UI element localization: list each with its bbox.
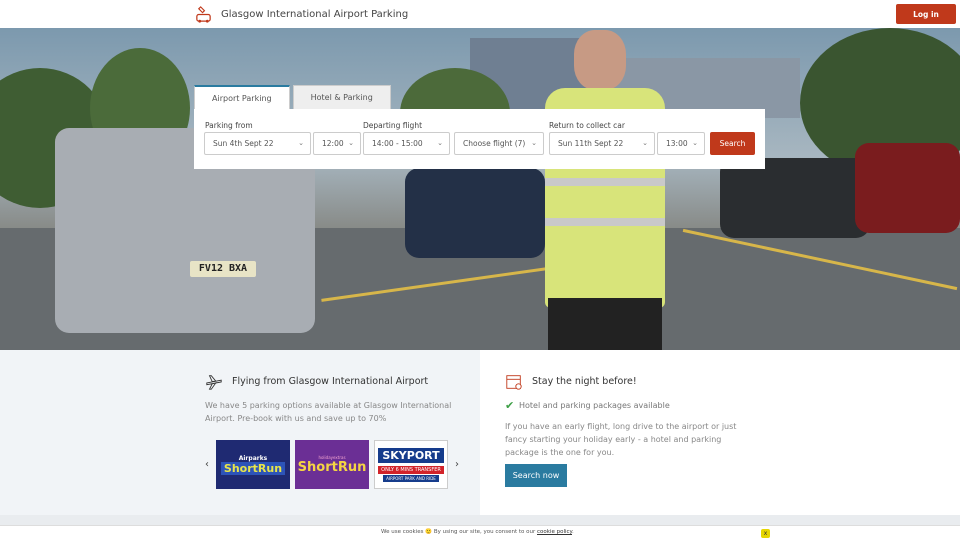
search-panel: Parking from Sun 4th Sept 22 ⌄ 12:00 ⌄ D… [194,109,765,169]
hotel-calendar-icon [506,375,522,390]
flying-heading: Flying from Glasgow International Airpor… [232,376,429,387]
login-button[interactable]: Log in [896,4,956,24]
partner-product: ShortRun [220,461,286,475]
flying-section [0,350,480,515]
cookie-close-button[interactable]: x [761,529,770,538]
partner-logo-airparks[interactable]: Airparks ShortRun [216,440,290,489]
cookie-banner: We use cookies 🙂 By using our site, you … [0,525,960,540]
search-button[interactable]: Search [710,132,755,155]
parking-from-date-value: Sun 4th Sept 22 [213,139,274,148]
return-date-value: Sun 11th Sept 22 [558,139,624,148]
return-date-select[interactable]: Sun 11th Sept 22 ⌄ [549,132,655,155]
carousel-next-button[interactable]: › [453,459,461,470]
cookie-middle: By using our site, you consent to our [433,529,536,535]
parking-from-time-select[interactable]: 12:00 ⌄ [313,132,361,155]
choose-flight-select[interactable]: Choose flight (7) ⌄ [454,132,544,155]
stay-check-text: Hotel and parking packages available [519,401,670,410]
flying-text: We have 5 parking options available at G… [205,401,452,423]
tab-hotel-parking[interactable]: Hotel & Parking [292,85,391,109]
cookie-emoji-icon: 🙂 [425,529,433,535]
parking-from-label: Parking from [205,121,253,130]
carousel-prev-button[interactable]: ‹ [203,459,211,470]
departing-flight-label: Departing flight [363,121,423,130]
flight-window-select[interactable]: 14:00 - 15:00 ⌄ [363,132,450,155]
search-now-button[interactable]: Search now [505,464,567,487]
choose-flight-value: Choose flight (7) [463,139,526,148]
brand[interactable]: Glasgow International Airport Parking [194,5,408,24]
search-tabs: Airport Parking Hotel & Parking [194,85,391,109]
partner-logo-skyport[interactable]: SKYPORT ONLY 6 MINS TRANSFER AIRPORT PAR… [374,440,448,489]
cookie-policy-link[interactable]: cookie policy [537,529,572,535]
chevron-down-icon: ⌄ [531,139,537,147]
partner-name: Airparks [238,454,268,462]
partner-name: SKYPORT [378,447,444,463]
chevron-down-icon: ⌄ [437,139,443,147]
cookie-suffix: . [572,529,574,535]
partner-logo-holidayextras[interactable]: holidayextras ShortRun [295,440,369,489]
partner-tagline: ONLY 6 MINS TRANSFER [378,465,444,474]
cookie-prefix: We use cookies [381,529,424,535]
section-divider [0,515,960,525]
parking-logo-icon [196,6,211,23]
return-time-value: 13:00 [666,139,688,148]
hero-car-plate: FV12 BXA [190,261,256,277]
stay-text: If you have an early flight, long drive … [505,422,737,457]
stay-heading: Stay the night before! [532,376,637,387]
tab-airport-parking[interactable]: Airport Parking [194,85,290,109]
parking-from-date-select[interactable]: Sun 4th Sept 22 ⌄ [204,132,311,155]
site-title: Glasgow International Airport Parking [221,9,409,20]
partner-product: ShortRun [297,459,367,475]
chevron-down-icon: ⌄ [348,139,354,147]
airplane-icon [206,375,222,390]
return-label: Return to collect car [549,121,625,130]
partner-carousel: ‹ Airparks ShortRun holidayextras ShortR… [203,440,461,489]
partner-subtitle: AIRPORT PARK AND RIDE [383,474,439,482]
hero-image: FV12 BXA [0,28,960,350]
return-time-select[interactable]: 13:00 ⌄ [657,132,705,155]
flight-window-value: 14:00 - 15:00 [372,139,423,148]
checkmark-icon: ✔ [505,399,515,412]
cookie-text: We use cookies 🙂 By using our site, you … [381,529,574,535]
chevron-down-icon: ⌄ [642,139,648,147]
chevron-down-icon: ⌄ [298,139,304,147]
chevron-down-icon: ⌄ [692,139,698,147]
parking-from-time-value: 12:00 [322,139,344,148]
top-bar: Glasgow International Airport Parking Lo… [0,0,960,28]
